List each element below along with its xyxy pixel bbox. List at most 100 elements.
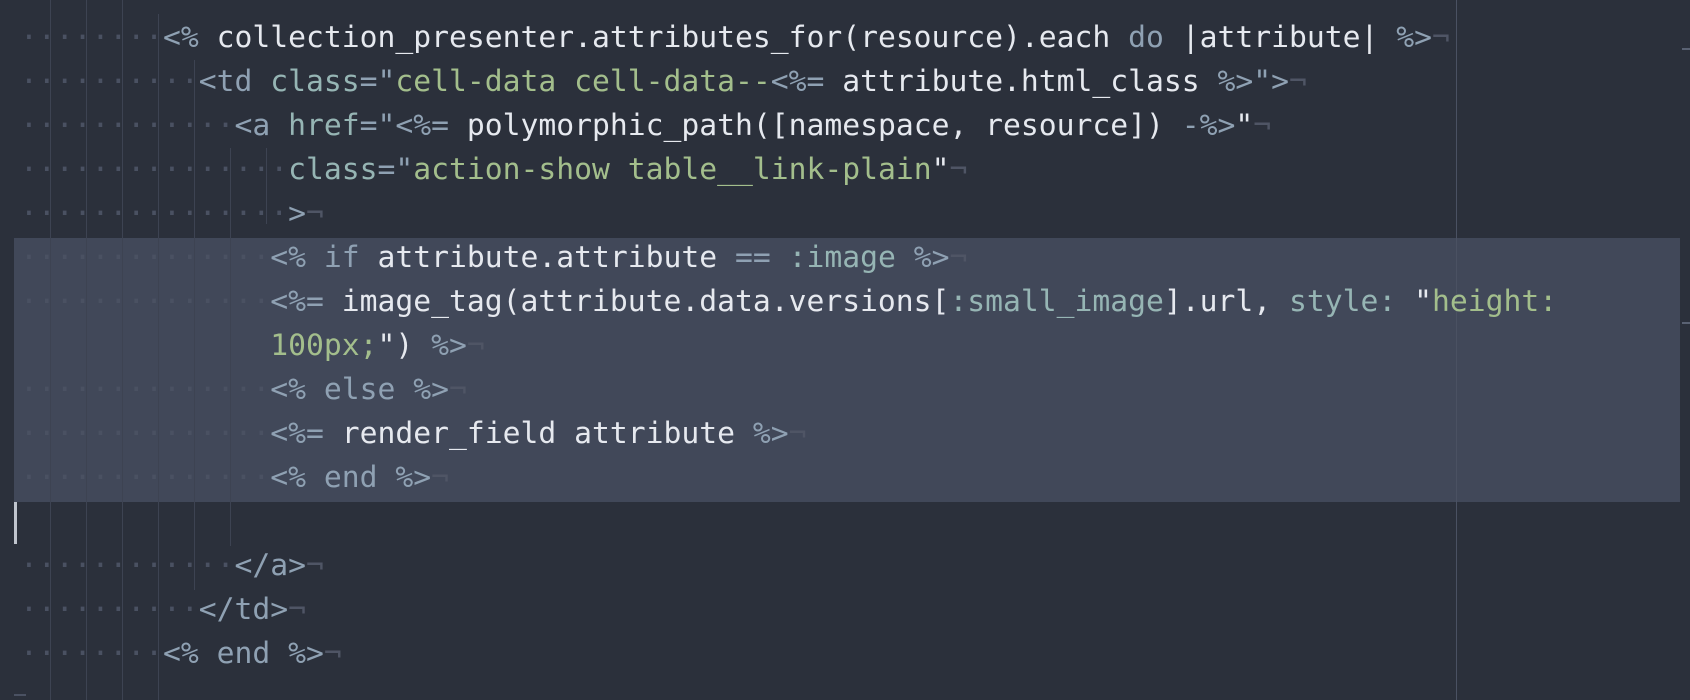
code-line[interactable]: ············</a>¬ [20,544,324,588]
eol-marker: ¬ [288,592,306,627]
code-token: class [270,64,360,99]
code-token: " [931,152,950,187]
eol-marker: ¬ [949,152,968,187]
code-editor[interactable]: ········<% collection_presenter.attribut… [0,0,1690,700]
code-token: <% [163,20,217,55]
code-token: |attribute| [1163,20,1397,55]
eol-marker: ¬ [1289,64,1307,99]
code-line[interactable]: ··············<%= render_field attribute… [20,412,806,456]
whitespace-marker: ··············· [20,196,289,231]
code-token: " [1235,108,1254,143]
code-token: ") [377,328,432,363]
code-token: %> [395,460,432,495]
code-line[interactable]: ············<a href="<%= polymorphic_pat… [20,104,1271,148]
code-token: %> [431,328,467,363]
eol-marker: ¬ [466,328,485,363]
code-token: > [288,196,306,231]
code-line[interactable]: 100px;") %>¬ [20,324,485,368]
whitespace-marker: ············ [20,548,235,583]
code-token: attribute.html_class [824,64,1218,99]
code-token: <a [234,108,289,143]
whitespace-marker: ············ [20,108,235,143]
code-token: class [288,152,378,187]
code-line[interactable]: ··········<td class="cell-data cell-data… [20,60,1307,104]
code-line[interactable]: ··············<% end %>¬ [20,456,449,500]
code-token: image_tag(attribute.data.versions[ [323,284,950,319]
code-token: action-show table__link-plain [413,152,932,187]
code-token: =" [359,64,396,99]
text-caret [14,502,17,544]
code-token: height: [1432,284,1558,319]
code-token: attribute.attribute [359,240,735,275]
eol-marker: ¬ [323,636,342,671]
code-token: %> [1396,20,1433,55]
code-token: =" [377,152,414,187]
code-token: do [1128,20,1164,55]
code-token: if [323,240,360,275]
code-token: <td [198,64,271,99]
code-token: <% [270,240,324,275]
code-token: else [323,372,396,407]
whitespace-marker: ·············· [20,372,271,407]
code-token: render_field attribute [323,416,753,451]
code-token: " [1396,284,1433,319]
code-token: %> [1217,64,1254,99]
code-token: ].url, [1163,284,1290,319]
whitespace-marker: ·············· [20,416,271,451]
code-token: %> [413,372,449,407]
code-token: end [323,460,378,495]
code-token: cell-data cell-data-- [395,64,771,99]
code-token: -%> [1181,108,1236,143]
code-token: <%= [270,416,324,451]
code-token: == [734,240,771,275]
eol-marker: ¬ [448,372,467,407]
whitespace-marker: ·············· [20,460,271,495]
code-line[interactable]: ··············<%= image_tag(attribute.da… [20,280,1557,324]
code-token: <% [270,460,324,495]
scrollbar-marker[interactable] [1682,48,1690,50]
code-token: href [288,108,360,143]
eol-marker: ¬ [1432,20,1450,55]
code-line[interactable]: ··············<% else %>¬ [20,368,467,412]
code-token: collection_presenter.attributes_for(reso… [216,20,1129,55]
whitespace-marker: ········ [20,20,163,55]
code-token: </td> [198,592,289,627]
code-token: <%= [395,108,449,143]
whitespace-marker: ·········· [20,64,199,99]
code-token: <%= [270,284,324,319]
code-token: %> [913,240,950,275]
code-line[interactable]: ···············class="action-show table_… [20,148,967,192]
whitespace-marker: ·············· [20,240,271,275]
code-token: =" [359,108,396,143]
code-token: %> [288,636,324,671]
gutter-marker [14,694,26,696]
code-line[interactable]: ···············>¬ [20,192,324,236]
whitespace-marker [20,328,270,363]
eol-marker: ¬ [305,196,324,231]
eol-marker: ¬ [1253,108,1272,143]
code-token: <% [270,372,324,407]
code-token: style: [1289,284,1397,319]
code-line[interactable]: ··············<% if attribute.attribute … [20,236,967,280]
code-line[interactable]: ········<% end %>¬ [20,632,342,676]
code-token: "> [1253,64,1290,99]
code-token: end [216,636,271,671]
whitespace-marker: ·············· [20,284,271,319]
whitespace-marker: ········ [20,636,163,671]
code-token: %> [752,416,789,451]
eol-marker: ¬ [788,416,807,451]
whitespace-marker: ··············· [20,152,289,187]
whitespace-marker: ·········· [20,592,199,627]
code-line[interactable]: ········<% collection_presenter.attribut… [20,16,1450,60]
eol-marker: ¬ [949,240,968,275]
scrollbar-marker[interactable] [1682,322,1690,324]
code-token: <% [163,636,217,671]
code-line[interactable]: ··········</td>¬ [20,588,306,632]
code-token: :small_image [949,284,1164,319]
code-token: :image [788,240,896,275]
